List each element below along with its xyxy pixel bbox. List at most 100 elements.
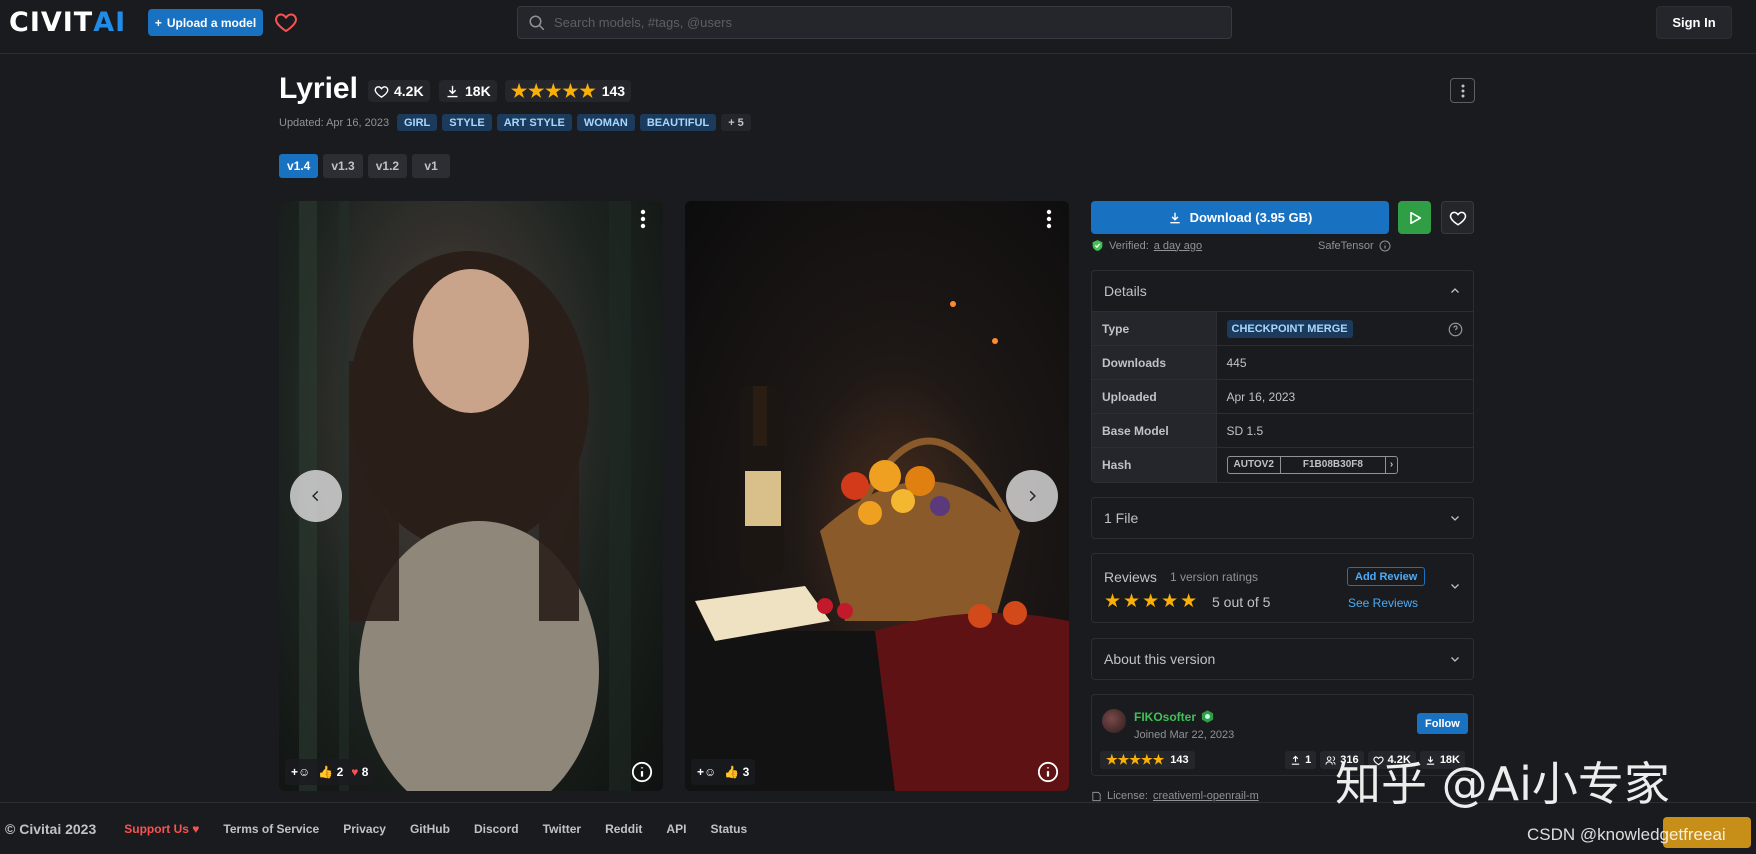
plus-icon: + [154, 15, 162, 30]
heart-icon[interactable] [274, 10, 298, 34]
watermark-csdn: CSDN @knowledgetfreeai [1527, 825, 1726, 844]
shield-check-icon [1092, 240, 1103, 251]
kebab-icon [1461, 84, 1464, 97]
civitai-logo[interactable]: CIVIT AI [9, 7, 126, 38]
more-options-button[interactable] [1450, 78, 1475, 103]
download-button[interactable]: Download (3.95 GB) [1091, 201, 1389, 234]
chevron-down-icon [1451, 657, 1459, 662]
tag[interactable]: GIRL [397, 114, 438, 131]
version-tab[interactable]: v1.4 [279, 154, 319, 178]
table-row: Type CHECKPOINT MERGE [1092, 311, 1473, 346]
version-selector: v1.4 v1.3 v1.2 v1 [279, 154, 451, 178]
footer-link[interactable]: Reddit [605, 822, 642, 836]
version-tab[interactable]: v1 [412, 154, 451, 178]
add-review-button[interactable]: Add Review [1347, 567, 1426, 586]
updated-date: Updated: Apr 16, 2023 [279, 117, 390, 129]
info-icon[interactable] [1379, 240, 1391, 252]
footer-link[interactable]: GitHub [410, 822, 450, 836]
copyright: © Civitai 2023 [5, 820, 97, 837]
search-bar[interactable] [517, 6, 1232, 39]
favorite-button[interactable] [1441, 201, 1474, 234]
play-icon [1409, 211, 1421, 224]
footer-link[interactable]: Twitter [543, 822, 581, 836]
kebab-icon[interactable] [635, 207, 651, 231]
support-us-link[interactable]: Support Us ♥ [124, 822, 199, 836]
chevron-up-icon [1451, 288, 1459, 293]
license-link[interactable]: creativeml-openrail-m [1153, 790, 1259, 802]
add-reaction-button[interactable]: +☺ [697, 765, 716, 779]
help-icon[interactable] [1448, 322, 1463, 337]
chevron-down-icon [1451, 516, 1459, 521]
footer-link[interactable]: Terms of Service [223, 822, 319, 836]
hash-selector[interactable]: AUTOV2 F1B08B30F8 › [1226, 455, 1399, 474]
upload-model-button[interactable]: + Upload a model [148, 9, 263, 36]
about-version-panel[interactable]: About this version [1091, 638, 1474, 680]
likes-stat[interactable]: 4.2K [368, 80, 430, 102]
tag[interactable]: BEAUTIFUL [639, 114, 717, 131]
see-reviews-link[interactable]: See Reviews [1348, 596, 1418, 610]
table-row: Hash AUTOV2 F1B08B30F8 › [1092, 447, 1473, 482]
version-tab[interactable]: v1.3 [323, 154, 363, 178]
safetensor-label: SafeTensor [1318, 240, 1391, 252]
creator-name[interactable]: FIKOsofter [1134, 709, 1215, 724]
reactions-bar: +☺ 👍 2 ♥ 8 [285, 759, 375, 785]
footer-link[interactable]: Privacy [343, 822, 386, 836]
thumbs-reaction[interactable]: 👍 3 [724, 765, 749, 779]
run-model-button[interactable] [1398, 201, 1431, 234]
download-icon [1169, 212, 1180, 223]
verified-time-link[interactable]: a day ago [1154, 240, 1202, 252]
download-icon [447, 85, 458, 97]
chevron-down-icon[interactable] [1449, 580, 1461, 592]
details-panel: Details Type CHECKPOINT MERGE Downloads … [1091, 270, 1474, 483]
details-header[interactable]: Details [1092, 271, 1473, 311]
watermark-zhihu: 知乎 @Ai小专家 [1335, 757, 1670, 811]
follow-button[interactable]: Follow [1417, 713, 1468, 734]
verified-status: Verified: a day ago [1091, 239, 1202, 252]
chevron-right-icon [1029, 490, 1036, 502]
upload-icon [1291, 755, 1300, 765]
footer-link[interactable]: Discord [474, 822, 519, 836]
search-icon [529, 15, 545, 30]
gallery-image-card[interactable]: +☺ 👍 2 ♥ 8 [279, 201, 663, 791]
footer-link[interactable]: API [666, 822, 686, 836]
license-icon [1092, 791, 1101, 801]
license-info: License: creativeml-openrail-m [1091, 790, 1259, 802]
model-title: Lyriel [279, 72, 358, 105]
table-row: Downloads 445 [1092, 345, 1473, 380]
info-icon[interactable] [631, 761, 653, 783]
previous-image-button[interactable] [290, 470, 342, 522]
type-badge: CHECKPOINT MERGE [1226, 319, 1353, 338]
footer-link[interactable]: Status [710, 822, 747, 836]
more-tags-button[interactable]: + 5 [721, 114, 751, 131]
heart-reaction[interactable]: ♥ 8 [351, 765, 368, 779]
table-row: Uploaded Apr 16, 2023 [1092, 379, 1473, 414]
chevron-left-icon [312, 490, 319, 502]
avatar[interactable] [1102, 709, 1126, 733]
details-table: Type CHECKPOINT MERGE Downloads 445 Uplo… [1092, 311, 1473, 482]
tag[interactable]: WOMAN [576, 114, 635, 131]
add-reaction-button[interactable]: +☺ [291, 765, 310, 779]
gallery-image-card[interactable]: +☺ 👍 3 [685, 201, 1069, 791]
reactions-bar: +☺ 👍 3 [691, 759, 756, 785]
uploads-stat: 1 [1285, 751, 1317, 769]
creator-rating: ★★★★★ 143 [1100, 751, 1195, 769]
downloads-stat: 18K [439, 80, 497, 102]
kebab-icon[interactable] [1041, 207, 1057, 231]
info-icon[interactable] [1037, 761, 1059, 783]
tag-list: GIRL STYLE ART STYLE WOMAN BEAUTIFUL + 5 [397, 114, 751, 131]
thumbs-reaction[interactable]: 👍 2 [318, 765, 343, 779]
badge-icon [1201, 710, 1214, 723]
version-tab[interactable]: v1.2 [367, 154, 408, 178]
chevron-right-icon[interactable]: › [1384, 456, 1397, 473]
review-stars: ★★★★★ [1104, 591, 1200, 612]
tag[interactable]: ART STYLE [496, 114, 572, 131]
search-input[interactable] [554, 15, 1194, 30]
rating-stat[interactable]: ★★★★★ 143 [505, 80, 632, 102]
files-panel[interactable]: 1 File [1091, 497, 1474, 539]
sign-in-button[interactable]: Sign In [1656, 6, 1732, 39]
next-image-button[interactable] [1006, 470, 1058, 522]
tag[interactable]: STYLE [442, 114, 492, 131]
table-row: Base Model SD 1.5 [1092, 413, 1473, 448]
heart-outline-icon [374, 85, 389, 98]
top-navigation-bar: CIVITAI + Upload a model Sign In [0, 0, 1756, 54]
